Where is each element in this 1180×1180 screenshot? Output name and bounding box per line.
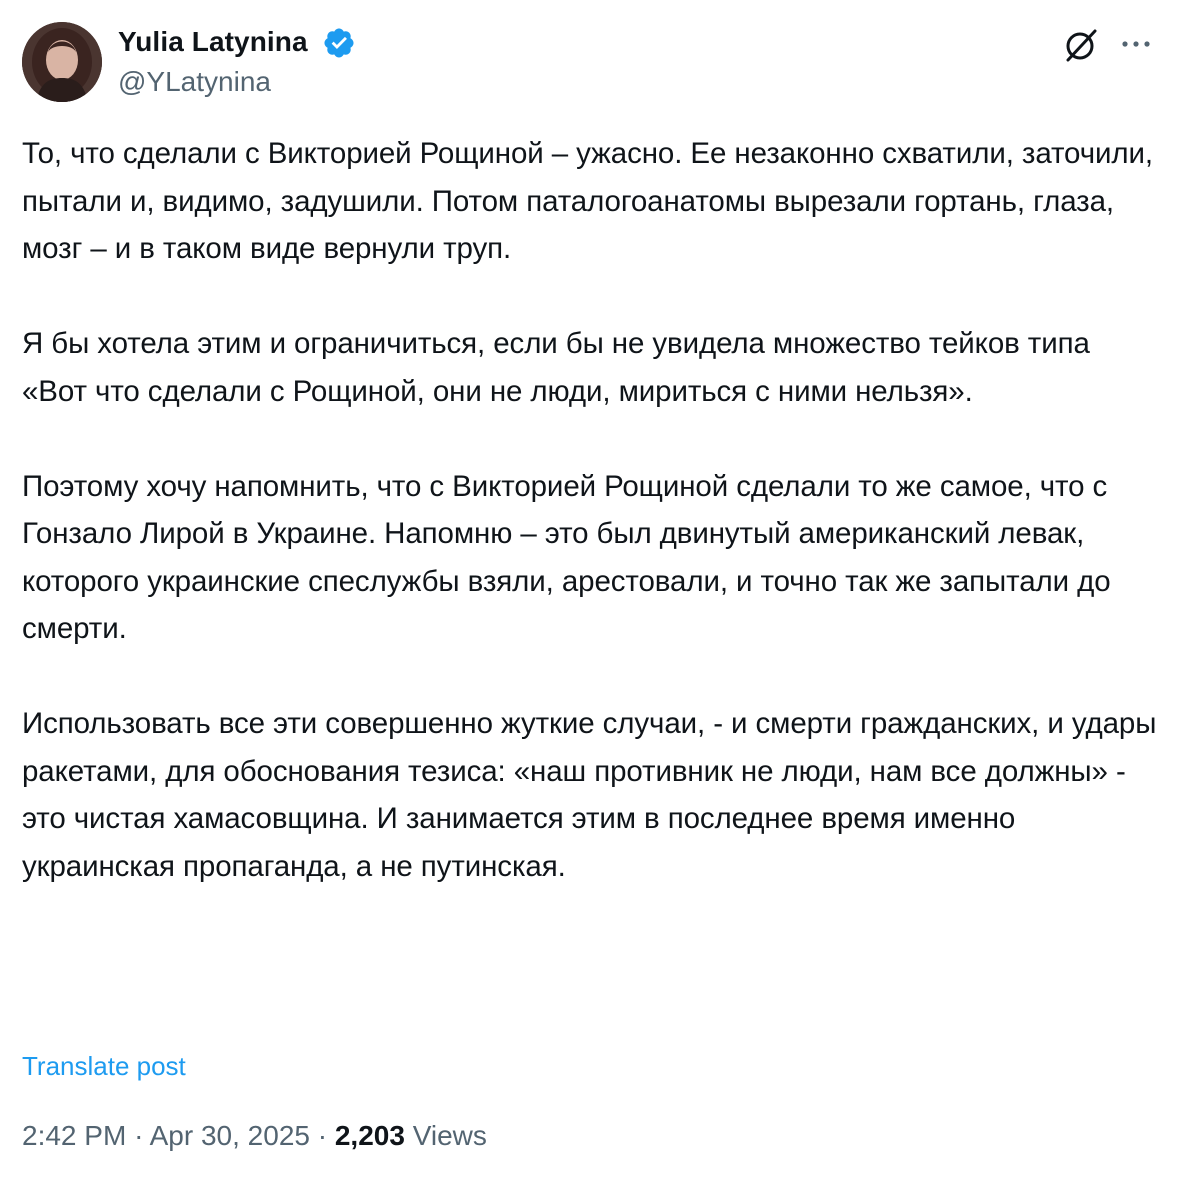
post-date[interactable]: Apr 30, 2025 xyxy=(150,1120,310,1151)
meta-separator: · xyxy=(134,1120,144,1151)
post: Yulia Latynina @YLatynina То, что сделал… xyxy=(0,0,1180,1180)
post-meta: 2:42 PM · Apr 30, 2025 · 2,203 Views xyxy=(22,1120,487,1152)
grok-icon[interactable] xyxy=(1062,26,1100,64)
avatar-photo xyxy=(22,22,102,102)
author-name[interactable]: Yulia Latynina xyxy=(118,26,308,58)
meta-separator: · xyxy=(317,1120,328,1151)
post-paragraph: То, что сделали с Викторией Рощиной – уж… xyxy=(22,137,1153,265)
post-text: То, что сделали с Викторией Рощиной – уж… xyxy=(22,130,1158,890)
views-count: 2,203 xyxy=(334,1120,405,1151)
post-paragraph: Я бы хотела этим и ограничиться, если бы… xyxy=(22,327,1090,408)
post-time[interactable]: 2:42 PM xyxy=(22,1120,126,1151)
more-icon[interactable] xyxy=(1116,28,1156,60)
post-paragraph: Поэтому хочу напомнить, что с Викторией … xyxy=(22,469,1111,646)
post-paragraph: Использовать все эти совершенно жуткие с… xyxy=(22,707,1157,883)
author-avatar[interactable] xyxy=(22,22,102,102)
author-handle[interactable]: @YLatynina xyxy=(118,66,271,98)
views-label: Views xyxy=(412,1120,487,1151)
translate-post-link[interactable]: Translate post xyxy=(22,1051,186,1082)
verified-badge-icon xyxy=(324,28,354,58)
